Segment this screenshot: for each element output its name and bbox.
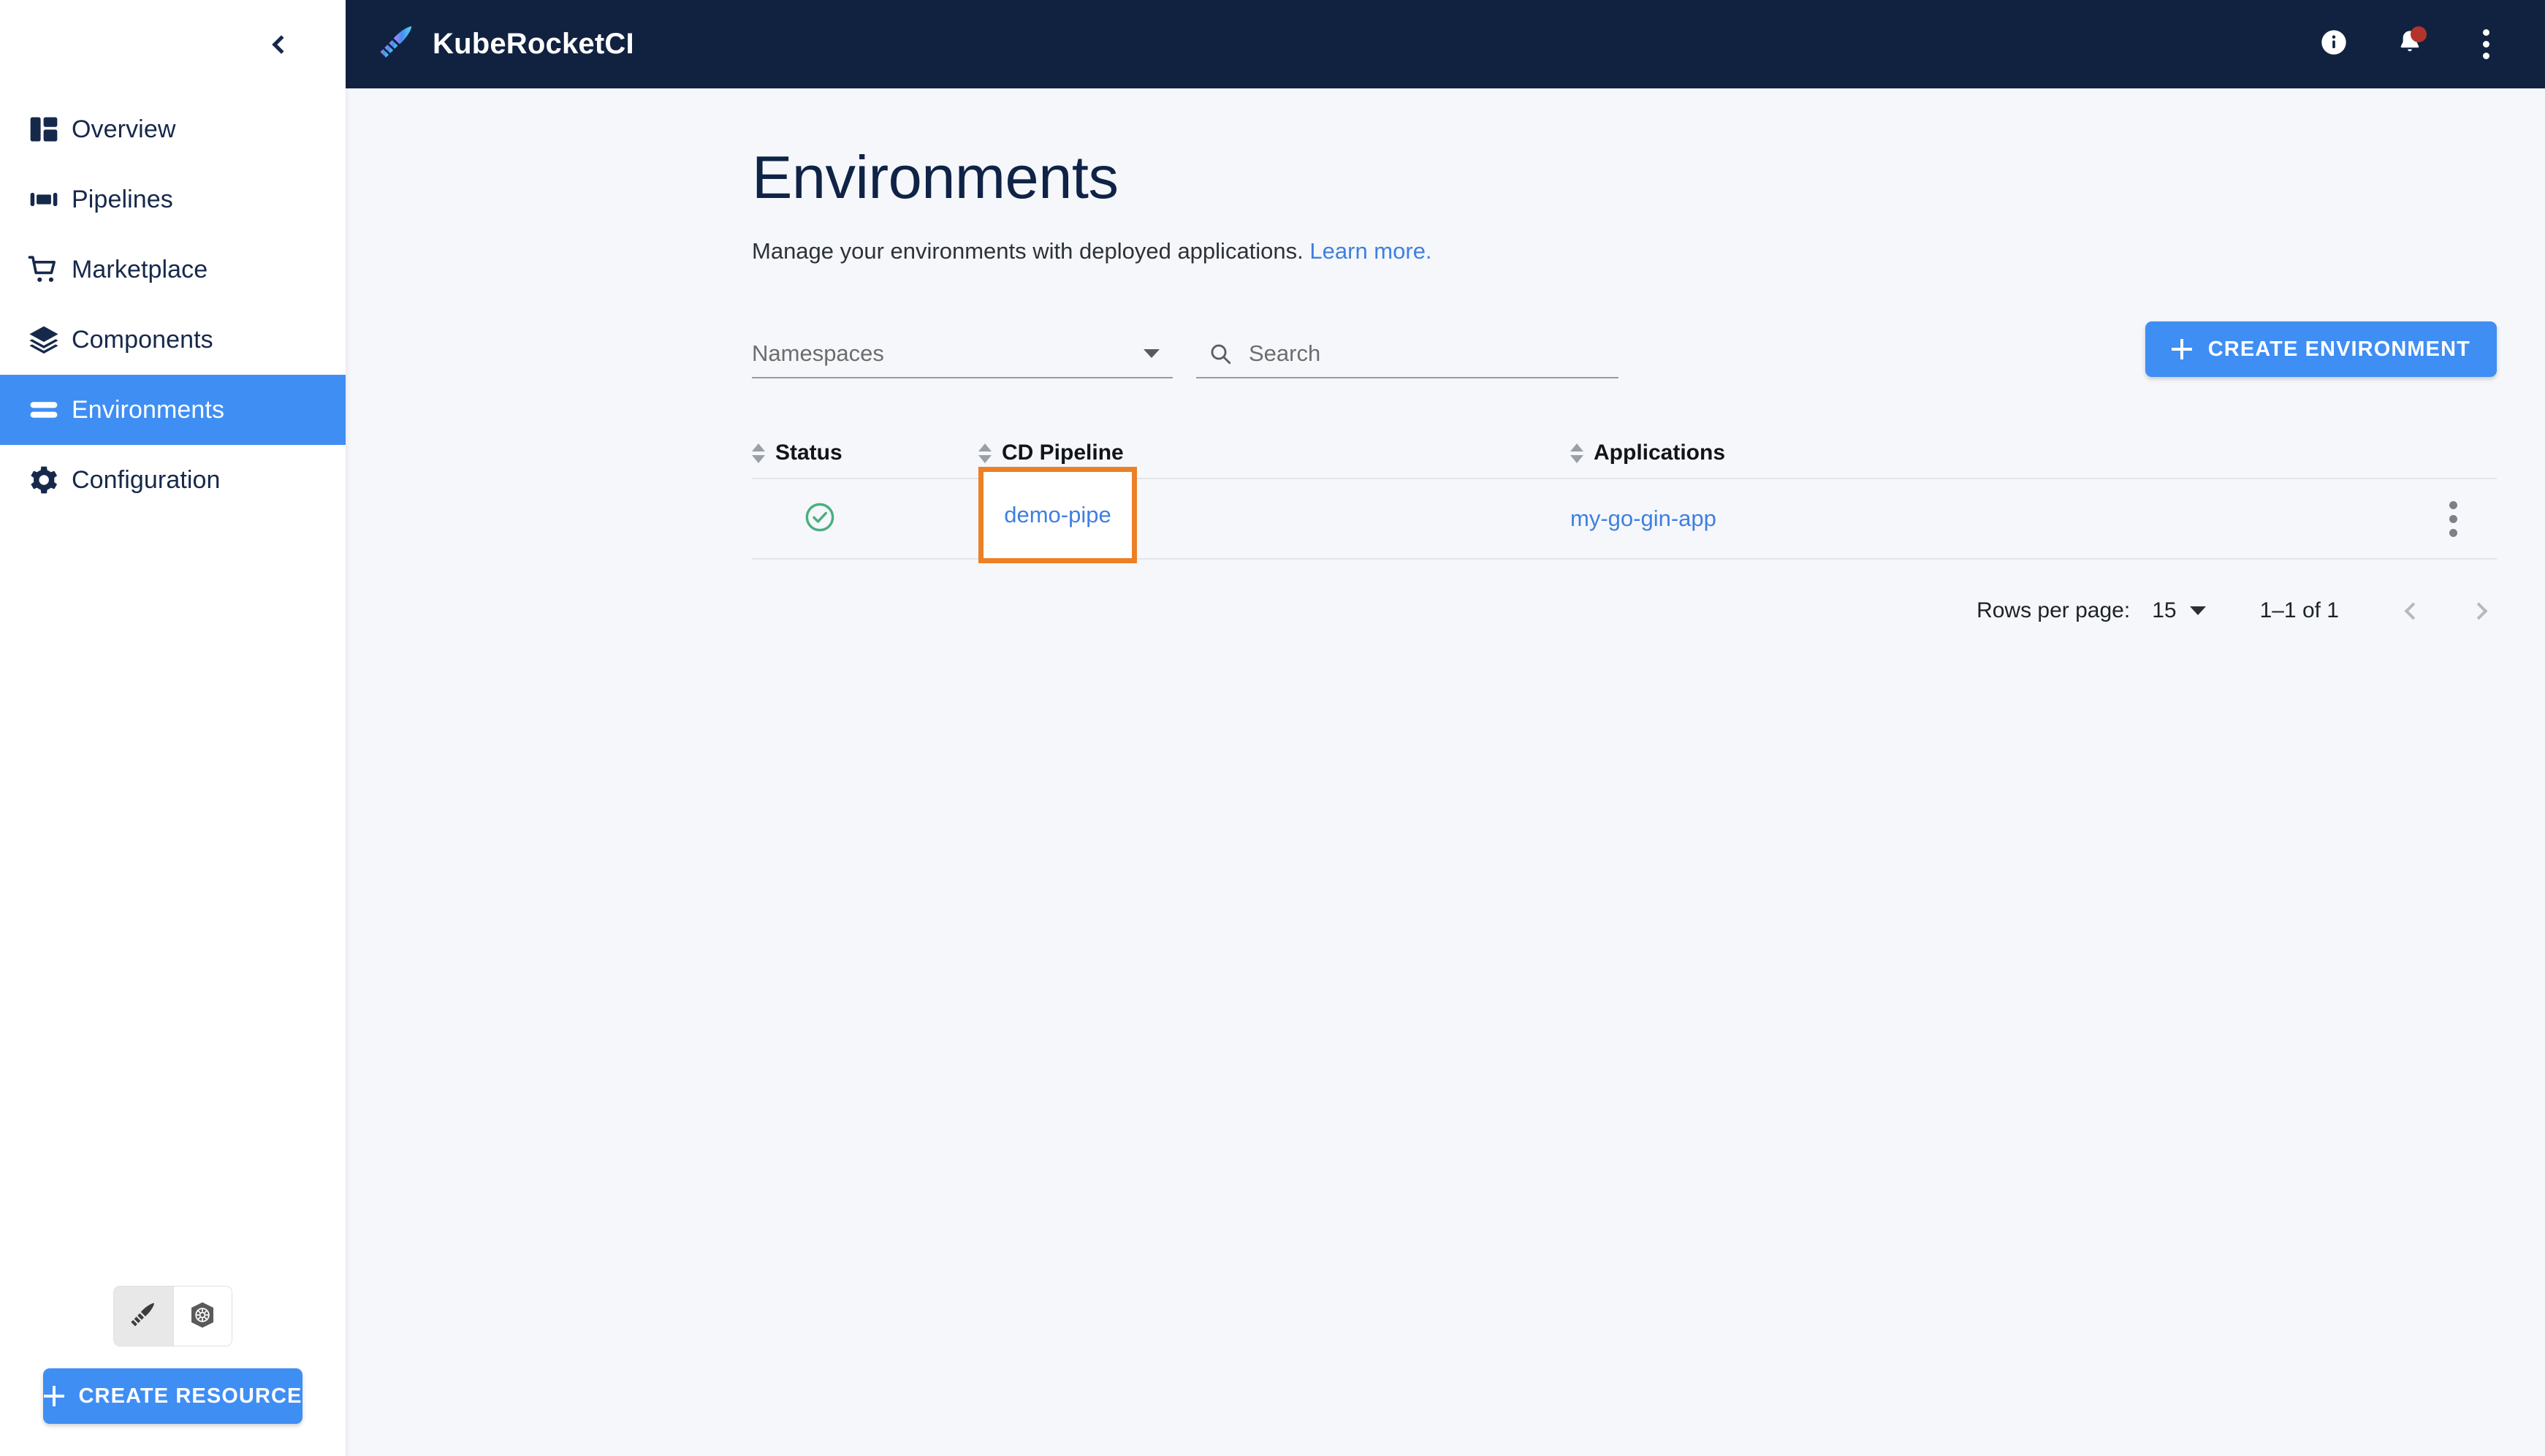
app-root: Overview Pipelines Marketplace Component…	[0, 0, 2545, 1456]
page-content: Environments Manage your environments wi…	[346, 88, 2545, 1456]
chevron-left-icon	[2403, 601, 2422, 620]
cd-pipeline-link[interactable]: demo-pipe	[1004, 502, 1111, 528]
rows-per-page-select[interactable]: 15	[2152, 598, 2206, 623]
view-mode-toggle-group	[113, 1286, 232, 1346]
rocket-feather-icon	[129, 1300, 158, 1332]
environments-table: Status CD Pipeline Applications demo-pip…	[752, 428, 2497, 640]
dashboard-icon	[16, 113, 72, 145]
plus-icon	[2171, 339, 2192, 359]
previous-page-button[interactable]	[2394, 595, 2427, 627]
sort-icon	[978, 443, 992, 463]
brand[interactable]: KubeRocketCI	[377, 23, 634, 66]
brand-title: KubeRocketCI	[433, 28, 634, 60]
table-header-label: Applications	[1594, 441, 1726, 465]
page-subtitle: Manage your environments with deployed a…	[752, 238, 2497, 264]
layers-icon	[16, 323, 72, 357]
plus-icon	[43, 1386, 64, 1406]
sidebar-item-overview[interactable]: Overview	[0, 94, 346, 164]
sidebar-item-components[interactable]: Components	[0, 305, 346, 375]
chevron-right-icon	[2469, 601, 2488, 620]
table-row[interactable]: demo-pipe my-go-gin-app	[752, 467, 2497, 563]
row-status-cell	[752, 500, 978, 538]
gear-icon	[16, 463, 72, 497]
environments-icon	[16, 393, 72, 427]
info-icon	[2319, 28, 2348, 61]
table-pagination: Rows per page: 15 1–1 of 1	[752, 582, 2497, 640]
create-resource-button[interactable]: CREATE RESOURCE	[43, 1368, 303, 1424]
top-header: KubeRocketCI	[346, 0, 2545, 88]
table-header-label: Status	[775, 441, 842, 465]
notifications-button[interactable]	[2386, 20, 2434, 69]
table-header-status[interactable]: Status	[752, 441, 978, 465]
cd-pipeline-highlight-box: demo-pipe	[978, 467, 1137, 563]
table-header-applications[interactable]: Applications	[1570, 441, 2409, 465]
sidebar-item-label: Components	[72, 325, 213, 354]
sidebar-item-marketplace[interactable]: Marketplace	[0, 235, 346, 305]
table-header-label: CD Pipeline	[1002, 441, 1124, 465]
overflow-menu-button[interactable]	[2462, 20, 2510, 69]
sidebar-item-label: Overview	[72, 115, 176, 143]
sidebar-item-label: Configuration	[72, 465, 221, 494]
cart-icon	[16, 253, 72, 286]
chevron-down-icon	[1144, 349, 1160, 358]
create-resource-label: CREATE RESOURCE	[78, 1384, 303, 1408]
page-title: Environments	[752, 143, 1119, 211]
check-circle-icon	[803, 500, 837, 538]
learn-more-link[interactable]: Learn more.	[1309, 238, 1431, 264]
sidebar-item-label: Environments	[72, 395, 225, 424]
create-environment-button[interactable]: CREATE ENVIRONMENT	[2145, 321, 2497, 377]
chevron-left-icon	[271, 34, 291, 54]
collapse-sidebar-button[interactable]	[258, 23, 300, 66]
row-overflow-menu-icon[interactable]	[2449, 500, 2457, 537]
filters-bar: Namespaces Search CREATE ENVIRONMENT	[752, 321, 2497, 378]
topbar-actions	[2310, 20, 2510, 69]
pagination-range-label: 1–1 of 1	[2259, 598, 2339, 622]
namespaces-select[interactable]: Namespaces	[752, 330, 1173, 378]
main-area: KubeRocketCI Environments Manage your en…	[346, 0, 2545, 1456]
chevron-down-icon	[2189, 606, 2206, 615]
sidebar: Overview Pipelines Marketplace Component…	[0, 0, 346, 1456]
row-applications-cell: my-go-gin-app	[1570, 506, 2409, 532]
next-page-button[interactable]	[2465, 595, 2497, 627]
search-input-placeholder[interactable]: Search	[1249, 340, 1320, 367]
sort-icon	[1570, 443, 1583, 463]
sidebar-item-label: Marketplace	[72, 255, 208, 283]
namespaces-select-label: Namespaces	[752, 340, 884, 366]
sidebar-header	[0, 0, 346, 88]
sidebar-item-label: Pipelines	[72, 185, 173, 213]
kubernetes-helm-icon	[188, 1300, 217, 1332]
row-actions-cell	[2409, 500, 2497, 537]
notifications-badge	[2411, 26, 2427, 42]
page-subtitle-text: Manage your environments with deployed a…	[752, 238, 1304, 264]
pagination-nav	[2394, 595, 2497, 627]
table-header-cd-pipeline[interactable]: CD Pipeline	[978, 441, 1570, 465]
kuberocket-view-toggle[interactable]	[114, 1287, 173, 1346]
sort-icon	[752, 443, 765, 463]
content-inner: Environments Manage your environments wi…	[346, 147, 2545, 640]
pipelines-icon	[16, 183, 72, 216]
sidebar-item-configuration[interactable]: Configuration	[0, 445, 346, 515]
rows-per-page-label: Rows per page:	[1977, 598, 2131, 622]
search-icon	[1208, 341, 1249, 366]
application-link[interactable]: my-go-gin-app	[1570, 506, 1716, 532]
info-button[interactable]	[2310, 20, 2358, 69]
sidebar-item-pipelines[interactable]: Pipelines	[0, 164, 346, 235]
kubernetes-view-toggle[interactable]	[172, 1287, 232, 1346]
sidebar-item-environments[interactable]: Environments	[0, 375, 346, 445]
rocket-feather-icon	[377, 23, 416, 66]
rows-per-page-value: 15	[2152, 598, 2177, 622]
row-cd-pipeline-cell[interactable]: demo-pipe	[978, 467, 1570, 563]
overflow-menu-icon	[2482, 29, 2489, 59]
search-field[interactable]: Search	[1196, 330, 1618, 378]
create-environment-label: CREATE ENVIRONMENT	[2207, 337, 2470, 361]
sidebar-nav: Overview Pipelines Marketplace Component…	[0, 94, 346, 515]
